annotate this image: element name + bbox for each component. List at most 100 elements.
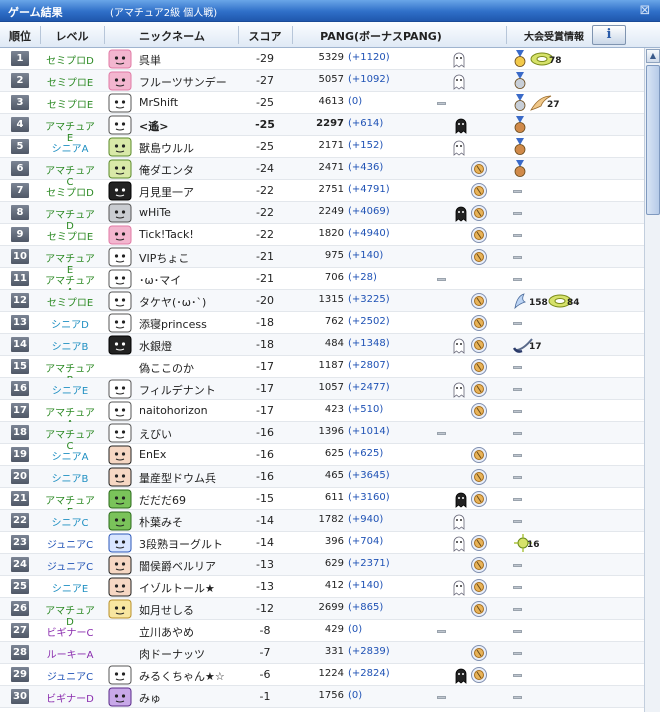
score-value: -12	[256, 602, 274, 615]
rank-badge: 4	[11, 117, 29, 132]
avatar-icon	[108, 533, 132, 553]
avatar-icon	[108, 115, 132, 135]
pang-value: 629	[324, 558, 344, 569]
table-row[interactable]: 1 セミプロD 呉単 -29 5329 (+1120) 78	[0, 48, 644, 70]
header-separator	[104, 26, 105, 44]
no-award-indicator	[513, 278, 522, 281]
score-value: -29	[256, 52, 274, 65]
pang-value: 412	[324, 580, 344, 591]
level-label: セミプロE	[46, 298, 94, 309]
avatar-icon	[108, 313, 132, 333]
pang-value: 975	[324, 250, 344, 261]
table-header: 順位 レベル ニックネーム スコア PANG(ボーナスPANG) 大会受賞情報 …	[0, 22, 660, 48]
table-row[interactable]: 12 セミプロE タケヤ(･ω･`) -20 1315 (+3225) 158 84	[0, 290, 644, 312]
scroll-thumb[interactable]	[646, 65, 660, 215]
ghost-icon	[450, 72, 468, 90]
scroll-up-arrow-icon[interactable]: ▲	[646, 49, 660, 63]
ghost-icon	[450, 50, 468, 68]
nickname: 如月せしる	[139, 604, 194, 617]
table-row[interactable]: 6 アマチュアC 俺ダエンタ -24 2471 (+436)	[0, 158, 644, 188]
table-row[interactable]: 5 シニアA 獸島ウルル -25 2171 (+152)	[0, 136, 644, 158]
pang-value: 484	[324, 338, 344, 349]
level-label: セミプロE	[46, 100, 94, 111]
ghost-icon	[450, 512, 468, 530]
pang-value: 2751	[318, 184, 344, 195]
table-row[interactable]: 24 ジュニアC 闇侯爵ベルリア -13 629 (+2371)	[0, 554, 644, 576]
score-value: -22	[256, 228, 274, 241]
close-icon[interactable]: ⊠	[636, 2, 654, 20]
bonus-pang-value: (+4069)	[348, 206, 390, 217]
level-label: シニアD	[51, 320, 89, 331]
avatar-icon	[108, 489, 132, 509]
bronze-icon	[513, 160, 527, 178]
score-value: -21	[256, 250, 274, 263]
bonus-pang-value: (+614)	[348, 118, 384, 129]
no-award-indicator	[513, 564, 522, 567]
table-row[interactable]: 4 アマチュアE <遙> -25 2297 (+614)	[0, 114, 644, 144]
table-row[interactable]: 10 アマチュアE VIPちょこ -21 975 (+140)	[0, 246, 644, 276]
table-row[interactable]: 2 セミプロE フルーツサンデー -27 5057 (+1092)	[0, 70, 644, 92]
no-award-indicator	[513, 410, 522, 413]
table-row[interactable]: 26 アマチュアD 如月せしる -12 2699 (+865)	[0, 598, 644, 628]
award-count: 17	[529, 342, 542, 352]
none-indicator	[437, 432, 446, 435]
no-award-indicator	[513, 476, 522, 479]
pang-value: 611	[324, 492, 344, 503]
table-row[interactable]: 17アマチュアAnaitohorizon-17423(+510)	[0, 400, 644, 430]
header-score: スコア	[248, 30, 282, 43]
avatar-icon	[108, 335, 132, 355]
nickname: naitohorizon	[139, 404, 208, 417]
avatar-icon	[108, 577, 132, 597]
table-row[interactable]: 13 シニアD 添寝princess -18 762 (+2502)	[0, 312, 644, 334]
coin-icon	[470, 556, 488, 574]
rank-badge: 22	[11, 513, 29, 528]
award-count: 27	[547, 100, 560, 110]
nickname: 添寝princess	[139, 318, 207, 331]
nickname: <遙>	[139, 120, 169, 133]
table-row[interactable]: 27 ビギナーC 立川あやめ -8 429 (0)	[0, 620, 644, 642]
score-value: -16	[256, 448, 274, 461]
nickname: 闇侯爵ベルリア	[139, 560, 216, 573]
bonus-pang-value: (+940)	[348, 514, 384, 525]
avatar-icon	[108, 181, 132, 201]
table-row[interactable]: 3 セミプロE MrShift -25 4613 (0) 27	[0, 92, 644, 114]
pang-value: 1315	[318, 294, 344, 305]
nickname: 呉単	[139, 54, 161, 67]
table-row[interactable]: 21アマチュアEだだだ69-15611(+3160)	[0, 488, 644, 518]
table-row[interactable]: 9 セミプロE Tick!Tack! -22 1820 (+4940)	[0, 224, 644, 246]
table-row[interactable]: 16 シニアE フィルデナント -17 1057 (+2477)	[0, 378, 644, 400]
bonus-pang-value: (+865)	[348, 602, 384, 613]
info-button[interactable]: i	[592, 25, 626, 45]
level-label: セミプロE	[46, 232, 94, 243]
table-row[interactable]: 23 ジュニアC 3段熟ヨーグルト -14 396 (+704) 16	[0, 532, 644, 554]
table-row[interactable]: 20 シニアB 量産型ドウム兵 -16 465 (+3645)	[0, 466, 644, 488]
table-row[interactable]: 7 セミプロD 月見里一ア -22 2751 (+4791)	[0, 180, 644, 202]
rank-badge: 27	[11, 623, 29, 638]
table-row[interactable]: 18 アマチュアC えびい -16 1396 (+1014)	[0, 422, 644, 452]
score-value: -17	[256, 382, 274, 395]
avatar-icon	[108, 665, 132, 685]
table-row[interactable]: 14 シニアB 水銀燈 -18 484 (+1348) 17	[0, 334, 644, 356]
table-row[interactable]: 22 シニアC 朴葉みそ -14 1782 (+940)	[0, 510, 644, 532]
table-row[interactable]: 15アマチュアB偽ここのか-171187(+2807)	[0, 356, 644, 386]
no-award-indicator	[513, 652, 522, 655]
table-row[interactable]: 28 ルーキーA 肉ドーナッツ -7 331 (+2839)	[0, 642, 644, 664]
pang-value: 1057	[318, 382, 344, 393]
table-row[interactable]: 8 アマチュアD wHiTe -22 2249 (+4069)	[0, 202, 644, 232]
table-row[interactable]: 30 ビギナーD みゅ -1 1756 (0)	[0, 686, 644, 708]
table-row[interactable]: 11アマチュアA･ω･マイ-21706(+28)	[0, 268, 644, 298]
bonus-pang-value: (+2477)	[348, 382, 390, 393]
header-level: レベル	[55, 30, 89, 43]
tire-icon: 84	[547, 292, 580, 310]
table-row[interactable]: 29 ジュニアC みるくちゃん★☆ -6 1224 (+2824)	[0, 664, 644, 686]
no-award-indicator	[513, 586, 522, 589]
table-row[interactable]: 25 シニアE イゾルトール★ -13 412 (+140)	[0, 576, 644, 598]
coin-icon	[470, 226, 488, 244]
bonus-pang-value: (0)	[348, 624, 363, 635]
pang-value: 1756	[318, 690, 344, 701]
header-separator	[40, 26, 41, 44]
coin-icon	[470, 468, 488, 486]
nickname: 月見里一ア	[139, 186, 194, 199]
vertical-scrollbar[interactable]: ▲	[644, 48, 660, 712]
table-row[interactable]: 19 シニアA EnEx -16 625 (+625)	[0, 444, 644, 466]
